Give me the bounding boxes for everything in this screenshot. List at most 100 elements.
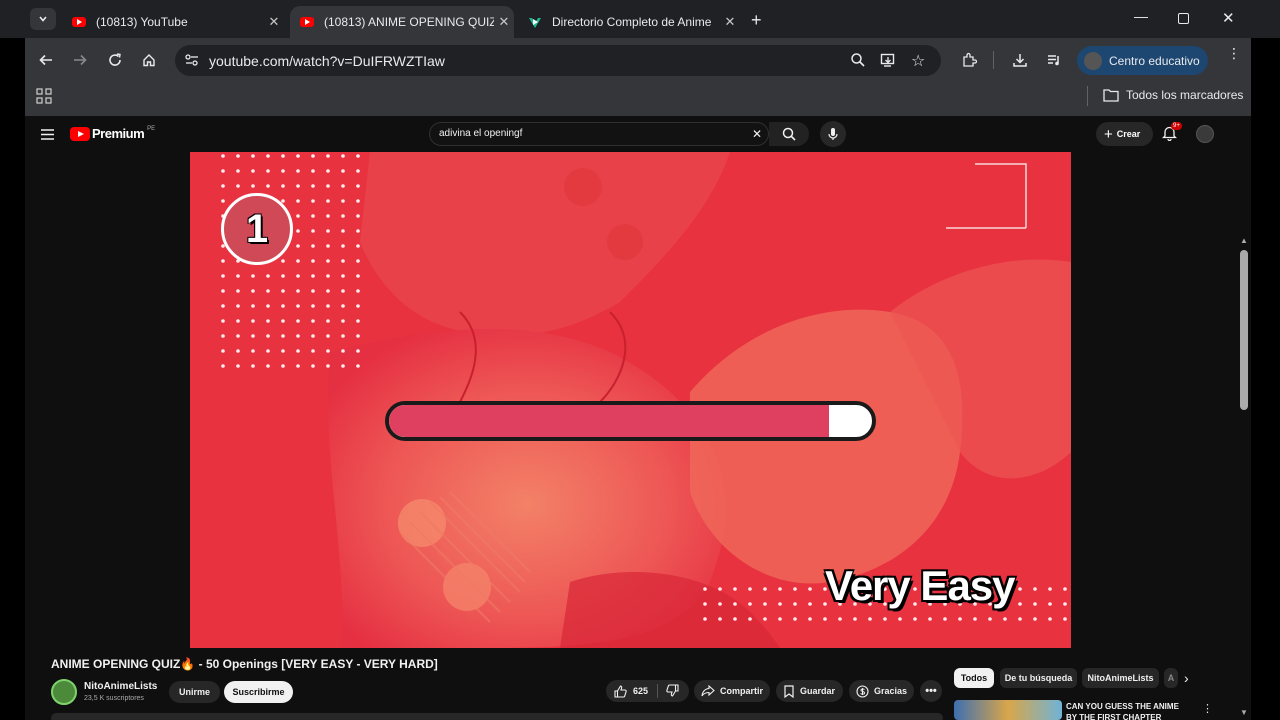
decor-dot	[718, 617, 722, 621]
forward-icon[interactable]	[66, 46, 94, 74]
toolbar-divider	[993, 51, 994, 69]
tab-search-button[interactable]	[30, 8, 56, 30]
recommended-title[interactable]: CAN YOU GUESS THE ANIME BY THE FIRST CHA…	[1066, 701, 1179, 720]
decor-dot	[341, 259, 345, 263]
recommended-menu-icon[interactable]: ⋮	[1202, 702, 1213, 715]
decor-dot	[763, 602, 767, 606]
bookmark-star-icon[interactable]: ☆	[911, 51, 925, 71]
decor-dot	[266, 349, 270, 353]
search-button[interactable]	[769, 122, 809, 146]
chip-nitoanimelists[interactable]: NitoAnimeLists	[1082, 668, 1159, 688]
install-app-icon[interactable]	[880, 52, 896, 73]
recommended-thumbnail[interactable]	[954, 700, 1062, 720]
account-avatar[interactable]	[1196, 125, 1214, 143]
save-button[interactable]: Guardar	[776, 680, 843, 702]
plus-icon: +	[1104, 125, 1113, 143]
decor-dot	[748, 617, 752, 621]
decor-dot	[281, 364, 285, 368]
clear-search-icon[interactable]: ✕	[752, 127, 762, 141]
avatar	[1084, 51, 1102, 70]
decor-dot	[296, 304, 300, 308]
minimize-icon[interactable]: —	[1134, 8, 1148, 24]
decor-dot	[341, 304, 345, 308]
chips-next-icon[interactable]: ›	[1184, 670, 1189, 686]
decor-dot	[341, 319, 345, 323]
tab-directorio[interactable]: Directorio Completo de Anime ✕	[518, 6, 740, 38]
like-button[interactable]: 625	[614, 684, 649, 698]
tab-youtube[interactable]: (10813) YouTube ✕	[62, 6, 284, 38]
decor-dot	[1048, 587, 1052, 591]
profile-button[interactable]: Centro educativo	[1077, 46, 1208, 75]
all-bookmarks-button[interactable]: Todos los marcadores	[1103, 88, 1243, 102]
extensions-icon[interactable]	[955, 46, 983, 74]
decor-dot	[221, 364, 225, 368]
decor-dot	[778, 617, 782, 621]
decor-dot	[793, 617, 797, 621]
decor-dot	[326, 334, 330, 338]
channel-avatar[interactable]	[51, 679, 77, 705]
chip-de-tu-busqueda[interactable]: De tu búsqueda	[1000, 668, 1077, 688]
chip-more[interactable]: A	[1164, 668, 1178, 688]
home-icon[interactable]	[135, 46, 163, 74]
reload-icon[interactable]	[101, 46, 129, 74]
back-icon[interactable]	[32, 46, 60, 74]
like-count: 625	[633, 686, 649, 696]
tab-anime-quiz[interactable]: (10813) ANIME OPENING QUIZ ✕	[290, 6, 514, 38]
voice-search-button[interactable]	[820, 121, 846, 147]
share-label: Compartir	[719, 686, 763, 696]
video-player[interactable]: 1 Very Easy	[190, 152, 1071, 648]
decor-dot	[341, 334, 345, 338]
difficulty-caption: Very Easy	[825, 562, 1016, 609]
decor-dot	[853, 617, 857, 621]
close-tab-icon[interactable]: ✕	[264, 14, 284, 30]
thanks-button[interactable]: Gracias	[849, 680, 914, 702]
decor-dot	[311, 304, 315, 308]
zoom-icon[interactable]	[850, 52, 866, 73]
decor-dot	[733, 587, 737, 591]
subscribe-button[interactable]: Suscribirme	[224, 681, 293, 703]
bookmark-icon	[784, 684, 794, 698]
address-bar[interactable]: youtube.com/watch?v=DuIFRWZTIaw ☆	[175, 45, 941, 76]
create-button[interactable]: + Crear	[1096, 122, 1153, 146]
join-button[interactable]: Unirme	[169, 681, 220, 703]
restore-icon[interactable]	[1178, 13, 1189, 24]
dislike-button[interactable]	[666, 683, 679, 699]
chip-todos[interactable]: Todos	[954, 668, 994, 688]
decor-dot	[356, 304, 360, 308]
apps-grid-icon[interactable]	[36, 88, 52, 109]
decor-dot	[236, 349, 240, 353]
decor-dot	[326, 244, 330, 248]
close-tab-icon[interactable]: ✕	[494, 14, 514, 30]
hamburger-menu-icon[interactable]	[41, 127, 54, 145]
decor-dot	[326, 289, 330, 293]
more-actions-button[interactable]: •••	[920, 680, 942, 702]
decor-dot	[311, 364, 315, 368]
decor-dot	[296, 349, 300, 353]
notifications-button[interactable]: 9+	[1161, 122, 1182, 146]
decor-dot	[266, 169, 270, 173]
bookmarks-divider	[1087, 86, 1088, 106]
search-input[interactable]: adivina el openingf ✕	[429, 122, 769, 146]
decor-dot	[928, 617, 932, 621]
site-info-icon[interactable]	[184, 53, 200, 72]
close-tab-icon[interactable]: ✕	[720, 14, 740, 30]
browser-tab-bar: (10813) YouTube ✕ (10813) ANIME OPENING …	[0, 0, 1280, 38]
decor-dot	[356, 364, 360, 368]
decor-dot	[356, 274, 360, 278]
scroll-up-icon[interactable]: ▲	[1240, 236, 1248, 245]
decor-dot	[311, 334, 315, 338]
new-tab-icon[interactable]: +	[751, 10, 762, 31]
close-window-icon[interactable]: ✕	[1222, 9, 1235, 27]
browser-menu-icon[interactable]: ⋮	[1227, 46, 1241, 60]
description-box[interactable]	[51, 713, 943, 720]
media-control-icon[interactable]	[1040, 46, 1068, 74]
scroll-down-icon[interactable]: ▼	[1240, 708, 1248, 717]
page-scrollbar[interactable]: ▲ ▼	[1239, 236, 1249, 720]
share-button[interactable]: Compartir	[694, 680, 770, 702]
tab-title: (10813) ANIME OPENING QUIZ	[324, 15, 494, 29]
youtube-logo[interactable]: Premium PE	[70, 126, 155, 141]
downloads-icon[interactable]	[1006, 46, 1034, 74]
scrollbar-thumb[interactable]	[1240, 250, 1248, 410]
channel-name[interactable]: NitoAnimeLists	[84, 681, 157, 692]
decor-dot	[236, 154, 240, 158]
